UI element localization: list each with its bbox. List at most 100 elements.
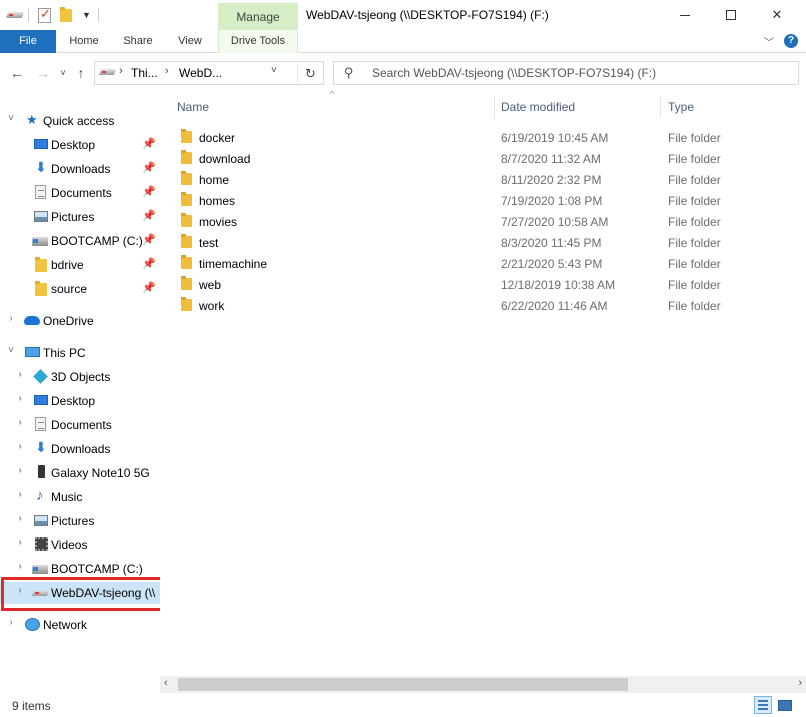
- minimize-button[interactable]: [662, 0, 708, 30]
- nav-network[interactable]: › Network: [0, 614, 160, 636]
- tab-share[interactable]: Share: [114, 30, 162, 53]
- address-bar[interactable]: › Thi... › WebD... ˅ ↻: [94, 61, 324, 85]
- table-row[interactable]: web 12/18/2019 10:38 AM File folder: [172, 274, 782, 295]
- chevron-down-icon[interactable]: ﹀: [764, 34, 774, 49]
- file-list[interactable]: ^ Name Date modified Type docker 6/19/20…: [160, 89, 806, 673]
- large-icons-view-icon[interactable]: [776, 697, 792, 713]
- nav-label: Videos: [51, 538, 88, 552]
- scrollbar-thumb[interactable]: [178, 678, 628, 691]
- back-button[interactable]: ←: [8, 63, 26, 83]
- file-type: File folder: [668, 299, 721, 313]
- pin-icon[interactable]: 📌: [142, 161, 156, 174]
- pin-icon[interactable]: 📌: [142, 185, 156, 198]
- network-icon: [25, 618, 40, 631]
- nav-pc-webdav[interactable]: › WebDAV-tsjeong (\\: [0, 582, 160, 604]
- nav-pc-music[interactable]: › ♪ Music: [0, 486, 160, 508]
- search-input[interactable]: [372, 65, 792, 81]
- pin-icon[interactable]: 📌: [142, 281, 156, 294]
- nav-quick-downloads[interactable]: ⬇ Downloads 📌: [0, 158, 160, 180]
- tab-drive-tools[interactable]: Drive Tools: [218, 30, 298, 53]
- collapsed-chevron-icon[interactable]: ›: [15, 417, 25, 428]
- collapsed-chevron-icon[interactable]: ›: [6, 617, 16, 628]
- nav-pc-3d-objects[interactable]: › 3D Objects: [0, 366, 160, 388]
- nav-this-pc[interactable]: ˅ This PC: [0, 342, 160, 364]
- table-row[interactable]: home 8/11/2020 2:32 PM File folder: [172, 169, 782, 190]
- nav-quick-bdrive[interactable]: bdrive 📌: [0, 254, 160, 276]
- collapsed-chevron-icon[interactable]: ›: [15, 465, 25, 476]
- maximize-button[interactable]: [708, 0, 754, 30]
- collapsed-chevron-icon[interactable]: ›: [15, 441, 25, 452]
- help-icon[interactable]: ?: [784, 34, 798, 48]
- scroll-left-arrow-icon[interactable]: ‹: [164, 677, 168, 689]
- file-name: movies: [199, 215, 238, 229]
- address-row: ← → ˅ ↑ › Thi... › WebD... ˅ ↻ ⚲: [0, 53, 806, 93]
- pin-icon[interactable]: 📌: [142, 233, 156, 246]
- refresh-button[interactable]: ↻: [297, 64, 323, 84]
- collapsed-chevron-icon[interactable]: ›: [15, 369, 25, 380]
- recent-locations-button[interactable]: ˅: [54, 63, 72, 83]
- pin-icon[interactable]: 📌: [142, 209, 156, 222]
- pin-icon[interactable]: 📌: [142, 137, 156, 150]
- file-type: File folder: [668, 131, 721, 145]
- table-row[interactable]: test 8/3/2020 11:45 PM File folder: [172, 232, 782, 253]
- breadcrumb-webdav[interactable]: WebD...: [179, 66, 222, 80]
- close-button[interactable]: ✕: [754, 0, 800, 30]
- column-divider[interactable]: [660, 96, 661, 118]
- properties-icon[interactable]: [38, 6, 51, 23]
- qat-customize-icon[interactable]: ▼: [82, 10, 91, 20]
- expanded-chevron-icon[interactable]: ˅: [6, 345, 16, 356]
- nav-quick-pictures[interactable]: Pictures 📌: [0, 206, 160, 228]
- scroll-right-arrow-icon[interactable]: ›: [798, 677, 802, 689]
- pin-icon[interactable]: 📌: [142, 257, 156, 270]
- manage-tab-label[interactable]: Manage: [218, 3, 298, 30]
- details-view-icon[interactable]: [754, 696, 772, 714]
- horizontal-scrollbar[interactable]: ‹ ›: [160, 676, 806, 693]
- nav-pc-pictures[interactable]: › Pictures: [0, 510, 160, 532]
- nav-quick-access[interactable]: ˅ ★ Quick access: [0, 110, 160, 132]
- collapsed-chevron-icon[interactable]: ›: [15, 537, 25, 548]
- collapsed-chevron-icon[interactable]: ›: [15, 489, 25, 500]
- table-row[interactable]: download 8/7/2020 11:32 AM File folder: [172, 148, 782, 169]
- up-button[interactable]: ↑: [72, 63, 90, 83]
- nav-pc-documents[interactable]: › Documents: [0, 414, 160, 436]
- breadcrumb-this-pc[interactable]: Thi...: [131, 66, 158, 80]
- tab-view[interactable]: View: [168, 30, 212, 53]
- table-row[interactable]: work 6/22/2020 11:46 AM File folder: [172, 295, 782, 316]
- nav-onedrive[interactable]: › OneDrive: [0, 310, 160, 332]
- table-row[interactable]: movies 7/27/2020 10:58 AM File folder: [172, 211, 782, 232]
- table-row[interactable]: homes 7/19/2020 1:08 PM File folder: [172, 190, 782, 211]
- nav-pc-downloads[interactable]: › ⬇ Downloads: [0, 438, 160, 460]
- nav-quick-bootcamp[interactable]: BOOTCAMP (C:) 📌: [0, 230, 160, 252]
- download-icon: ⬇: [35, 159, 47, 175]
- navigation-pane[interactable]: ˅ ★ Quick access Desktop 📌 ⬇ Downloads 📌…: [0, 93, 160, 673]
- nav-quick-desktop[interactable]: Desktop 📌: [0, 134, 160, 156]
- collapsed-chevron-icon[interactable]: ›: [15, 513, 25, 524]
- expanded-chevron-icon[interactable]: ˅: [6, 113, 16, 124]
- nav-pc-galaxy-note[interactable]: › Galaxy Note10 5G: [0, 462, 160, 484]
- collapsed-chevron-icon[interactable]: ›: [6, 313, 16, 324]
- table-row[interactable]: docker 6/19/2019 10:45 AM File folder: [172, 127, 782, 148]
- nav-label: BOOTCAMP (C:): [51, 562, 143, 576]
- column-header-date-modified[interactable]: Date modified: [501, 100, 575, 116]
- search-box[interactable]: ⚲: [333, 61, 799, 85]
- tab-file[interactable]: File: [0, 30, 56, 53]
- nav-quick-documents[interactable]: Documents 📌: [0, 182, 160, 204]
- new-folder-icon[interactable]: [60, 7, 72, 22]
- column-header-type[interactable]: Type: [668, 100, 694, 116]
- column-header-name[interactable]: Name: [177, 100, 209, 116]
- collapsed-chevron-icon[interactable]: ›: [15, 585, 25, 596]
- file-name: timemachine: [199, 257, 268, 271]
- forward-button[interactable]: →: [34, 63, 52, 83]
- collapsed-chevron-icon[interactable]: ›: [15, 393, 25, 404]
- nav-pc-videos[interactable]: › Videos: [0, 534, 160, 556]
- nav-quick-source[interactable]: source 📌: [0, 278, 160, 300]
- nav-label: bdrive: [51, 258, 84, 272]
- table-row[interactable]: timemachine 2/21/2020 5:43 PM File folde…: [172, 253, 782, 274]
- nav-pc-desktop[interactable]: › Desktop: [0, 390, 160, 412]
- column-divider[interactable]: [494, 96, 495, 118]
- file-name: homes: [199, 194, 236, 208]
- address-dropdown-icon[interactable]: ˅: [271, 65, 277, 76]
- nav-pc-bootcamp[interactable]: › BOOTCAMP (C:): [0, 558, 160, 580]
- tab-home[interactable]: Home: [60, 30, 108, 53]
- collapsed-chevron-icon[interactable]: ›: [15, 561, 25, 572]
